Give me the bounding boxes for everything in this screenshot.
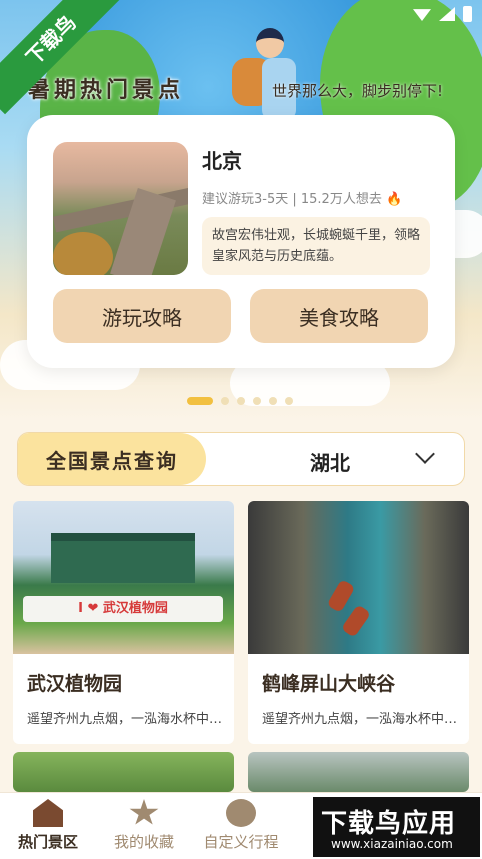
nav-label: 我的收藏: [113, 833, 174, 851]
hero-title: 暑期热门景点: [28, 78, 185, 103]
carousel-dot[interactable]: [269, 397, 277, 405]
spot-card[interactable]: 鹤峰屏山大峡谷 遥望齐州九点烟，一泓海水杯中泻。: [248, 501, 469, 744]
spot-card[interactable]: I ❤ 武汉植物园 武汉植物园 遥望齐州九点烟，一泓海水杯中泻。: [13, 501, 234, 744]
home-icon: [33, 799, 63, 827]
nav-label: 热门景区: [17, 833, 78, 851]
watermark-logo: 下载鸟应用 www.xiazainiao.com: [313, 797, 480, 857]
province-select-value[interactable]: 湖北: [310, 447, 350, 476]
nav-custom-trip[interactable]: 自定义行程: [186, 799, 296, 852]
featured-meta: 建议游玩3-5天 | 15.2万人想去 🔥: [202, 192, 403, 207]
spot-image: I ❤ 武汉植物园: [13, 501, 234, 654]
spot-card[interactable]: [248, 752, 469, 792]
battery-icon: [463, 6, 472, 22]
carousel-dot[interactable]: [285, 397, 293, 405]
spot-description: 遥望齐州九点烟，一泓海水杯中泻。: [27, 712, 223, 727]
hero-slogan: 世界那么大，脚步别停下!: [272, 82, 444, 100]
province-query[interactable]: 全国景点查询 湖北: [17, 432, 465, 486]
play-guide-button[interactable]: 游玩攻略: [53, 289, 231, 343]
featured-name: 北京: [202, 149, 242, 173]
star-icon: [129, 799, 159, 825]
nav-hot-spots[interactable]: 热门景区: [0, 799, 103, 852]
featured-image: [53, 142, 188, 275]
watermark-url: www.xiazainiao.com: [331, 837, 453, 851]
carousel-dot[interactable]: [237, 397, 245, 405]
carousel-dot[interactable]: [187, 397, 213, 405]
spot-card[interactable]: [13, 752, 234, 792]
carousel-dot[interactable]: [253, 397, 261, 405]
carousel-indicator: [187, 397, 293, 405]
signal-icon: [439, 7, 455, 21]
chevron-down-icon[interactable]: [415, 444, 435, 464]
nav-label: 自定义行程: [203, 833, 279, 851]
featured-card[interactable]: 北京 建议游玩3-5天 | 15.2万人想去 🔥 故宫宏伟壮观，长城蜿蜒千里，领…: [27, 115, 455, 368]
spot-title: 鹤峰屏山大峡谷: [262, 673, 396, 695]
plane-icon: [226, 799, 256, 827]
spot-description: 遥望齐州九点烟，一泓海水杯中泻。: [262, 712, 458, 727]
carousel-dot[interactable]: [221, 397, 229, 405]
food-guide-button[interactable]: 美食攻略: [250, 289, 428, 343]
spot-image: [248, 501, 469, 654]
query-label: 全国景点查询: [18, 433, 206, 485]
featured-description: 故宫宏伟壮观，长城蜿蜒千里，领略皇家风范与历史底蕴。: [202, 217, 430, 275]
wifi-icon: [413, 9, 431, 21]
hiker-illustration: [232, 28, 302, 128]
spot-title: 武汉植物园: [27, 673, 123, 695]
spot-sign: I ❤ 武汉植物园: [23, 596, 223, 622]
status-bar: [413, 6, 472, 22]
watermark-main: 下载鸟应用: [321, 809, 457, 839]
nav-favorites[interactable]: 我的收藏: [89, 799, 199, 852]
